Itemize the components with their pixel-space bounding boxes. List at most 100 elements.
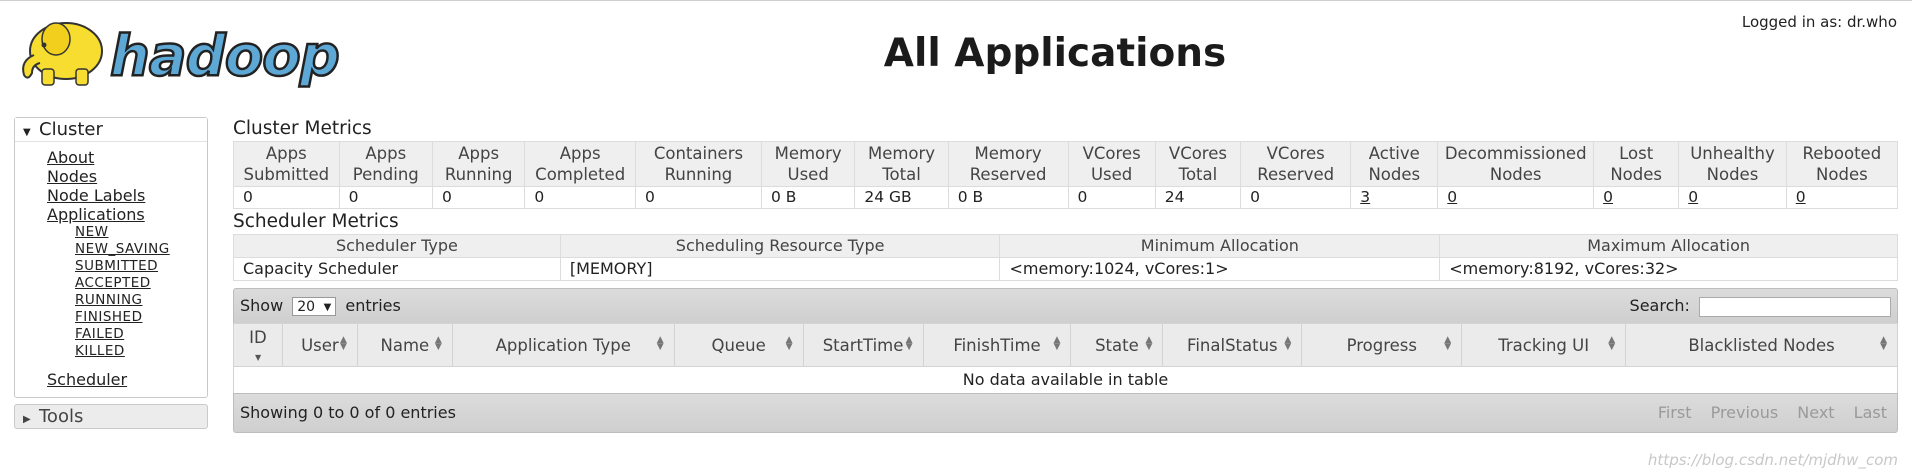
column-header-finalstatus[interactable]: FinalStatus ▲ ▼ xyxy=(1162,323,1303,367)
metric-header-apps-running: Apps Running xyxy=(431,141,526,187)
metric-header-line: Total xyxy=(882,165,921,184)
metric-header-line: Apps xyxy=(265,144,307,163)
metric-header-line: Active xyxy=(1368,144,1420,163)
page-title: All Applications xyxy=(883,31,1227,76)
nav-link-state-new[interactable]: NEW xyxy=(75,224,207,241)
metric-value-lost-nodes[interactable]: 0 xyxy=(1593,186,1680,209)
scheduler-header-maximum-allocation: Maximum Allocation xyxy=(1439,234,1898,258)
nav-link-node-labels[interactable]: Node Labels xyxy=(47,186,207,205)
column-header-tracking-ui[interactable]: Tracking UI ▲ ▼ xyxy=(1461,323,1627,367)
metric-header-line: Pending xyxy=(352,165,419,184)
column-header-finishtime[interactable]: FinishTime ▲ ▼ xyxy=(922,323,1072,367)
nav-link-state-finished[interactable]: FINISHED xyxy=(75,309,207,326)
metric-value-memory-total: 24 GB xyxy=(854,186,949,209)
main-content: Cluster Metrics Apps Submitted Apps Pending… xyxy=(233,116,1899,433)
column-header-blacklisted-nodes[interactable]: Blacklisted Nodes ▲ ▼ xyxy=(1625,323,1898,367)
nav-link-state-submitted[interactable]: SUBMITTED xyxy=(75,258,207,275)
sort-both-icon: ▲ ▼ xyxy=(1284,335,1292,352)
column-header-label: FinishTime xyxy=(953,335,1041,355)
metric-value-apps-pending: 0 xyxy=(338,186,433,209)
nav-link-state-running[interactable]: RUNNING xyxy=(75,292,207,309)
metric-header-line: Reserved xyxy=(969,165,1047,184)
metric-header-line: Nodes xyxy=(1816,165,1868,184)
pager-next-button[interactable]: Next xyxy=(1797,403,1834,422)
metric-header-lost-nodes: Lost Nodes xyxy=(1593,141,1680,187)
sidebar-nav: ▼ Cluster About Nodes Node Labels Applica… xyxy=(14,117,208,429)
metric-header-line: Rebooted xyxy=(1802,144,1882,163)
metric-value-containers-running: 0 xyxy=(634,186,762,209)
column-header-starttime[interactable]: StartTime ▲ ▼ xyxy=(802,323,924,367)
metric-header-line: Memory xyxy=(974,144,1042,163)
metric-header-line: Apps xyxy=(559,144,601,163)
scheduler-metrics-title: Scheduler Metrics xyxy=(233,211,399,232)
nav-link-applications[interactable]: Applications xyxy=(47,205,207,224)
collapse-triangle-icon: ▼ xyxy=(23,127,31,138)
nav-link-state-accepted[interactable]: ACCEPTED xyxy=(75,275,207,292)
column-header-label: Application Type xyxy=(495,335,631,355)
metric-header-line: Running xyxy=(664,165,733,184)
metric-value-active-nodes[interactable]: 3 xyxy=(1350,186,1439,209)
pager-last-button[interactable]: Last xyxy=(1854,403,1887,422)
metric-value-unhealthy-nodes[interactable]: 0 xyxy=(1678,186,1787,209)
column-header-name[interactable]: Name ▲ ▼ xyxy=(356,323,453,367)
sort-both-icon: ▲ ▼ xyxy=(656,335,664,352)
metric-header-line: Total xyxy=(1178,165,1218,184)
column-header-application-type[interactable]: Application Type ▲ ▼ xyxy=(451,323,675,367)
metric-value-vcores-reserved: 0 xyxy=(1240,186,1352,209)
metric-link-rebooted-nodes[interactable]: 0 xyxy=(1796,188,1806,206)
column-header-label: StartTime xyxy=(822,335,904,355)
app-state-links: NEW NEW_SAVING SUBMITTED ACCEPTED RUNNIN… xyxy=(47,224,207,360)
sort-both-icon: ▲ ▼ xyxy=(1880,335,1887,352)
nav-link-state-new-saving[interactable]: NEW_SAVING xyxy=(75,241,207,258)
metric-header-containers-running: Containers Running xyxy=(634,141,762,187)
column-header-user[interactable]: User ▲ ▼ xyxy=(281,323,358,367)
sort-descending-icon: ▼ xyxy=(254,353,262,362)
metric-header-line: VCores xyxy=(1266,144,1325,163)
scheduler-value-scheduler-type: Capacity Scheduler xyxy=(233,257,561,281)
column-header-state[interactable]: State ▲ ▼ xyxy=(1070,323,1164,367)
sort-both-icon: ▲ ▼ xyxy=(434,335,442,352)
metric-header-vcores-total: VCores Total xyxy=(1154,141,1242,187)
scheduler-header-scheduling-resource-type: Scheduling Resource Type xyxy=(559,234,1001,258)
search-control: Search: xyxy=(1630,296,1891,317)
metric-header-active-nodes: Active Nodes xyxy=(1350,141,1439,187)
nav-link-scheduler[interactable]: Scheduler xyxy=(47,370,207,389)
column-header-label: FinalStatus xyxy=(1187,335,1278,355)
page-length-select[interactable]: 20 ▼ xyxy=(292,297,337,316)
tools-section: ▶ Tools xyxy=(14,404,208,429)
search-input[interactable] xyxy=(1699,296,1891,317)
metric-value-decommissioned-nodes[interactable]: 0 xyxy=(1437,186,1595,209)
nav-link-nodes[interactable]: Nodes xyxy=(47,167,207,186)
nav-link-about[interactable]: About xyxy=(47,148,207,167)
cluster-section-header[interactable]: ▼ Cluster xyxy=(15,118,207,142)
metric-header-line: Running xyxy=(444,165,513,184)
show-label: Show xyxy=(240,296,284,315)
metric-header-line: Nodes xyxy=(1489,165,1542,184)
applications-table-footer: Showing 0 to 0 of 0 entries First Previo… xyxy=(233,393,1898,433)
metric-link-lost-nodes[interactable]: 0 xyxy=(1603,188,1613,206)
applications-table-wrapper: Show 20 ▼ entries Search: ID ▼ User ▲ ▼ Name ▲ ▼… xyxy=(233,288,1898,433)
tools-section-header[interactable]: ▶ Tools xyxy=(15,405,207,428)
column-header-id[interactable]: ID ▼ xyxy=(233,323,283,367)
expand-triangle-icon: ▶ xyxy=(23,414,31,425)
nav-link-state-killed[interactable]: KILLED xyxy=(75,343,207,360)
page-length-control: Show 20 ▼ entries xyxy=(240,296,401,316)
metric-link-decommissioned-nodes[interactable]: 0 xyxy=(1447,188,1457,206)
column-header-progress[interactable]: Progress ▲ ▼ xyxy=(1301,323,1463,367)
applications-table: ID ▼ User ▲ ▼ Name ▲ ▼ Application Type ▲ ▼ Queue ▲ ▼… xyxy=(233,323,1898,393)
sort-both-icon: ▲ ▼ xyxy=(905,335,913,352)
metric-value-rebooted-nodes[interactable]: 0 xyxy=(1785,186,1899,209)
metric-value-vcores-total: 24 xyxy=(1154,186,1242,209)
pager-previous-button[interactable]: Previous xyxy=(1711,403,1779,422)
column-header-queue[interactable]: Queue ▲ ▼ xyxy=(673,323,804,367)
metric-link-active-nodes[interactable]: 3 xyxy=(1360,188,1370,206)
pager-first-button[interactable]: First xyxy=(1658,403,1692,422)
sort-both-icon: ▲ ▼ xyxy=(785,335,793,352)
metric-header-line: Containers xyxy=(653,144,744,163)
metric-header-line: Lost xyxy=(1619,144,1654,163)
nav-link-state-failed[interactable]: FAILED xyxy=(75,326,207,343)
metric-header-line: Used xyxy=(787,165,829,184)
metric-link-unhealthy-nodes[interactable]: 0 xyxy=(1688,188,1698,206)
metric-value-apps-completed: 0 xyxy=(524,186,636,209)
cluster-links: About Nodes Node Labels Applications NEW… xyxy=(15,142,207,397)
